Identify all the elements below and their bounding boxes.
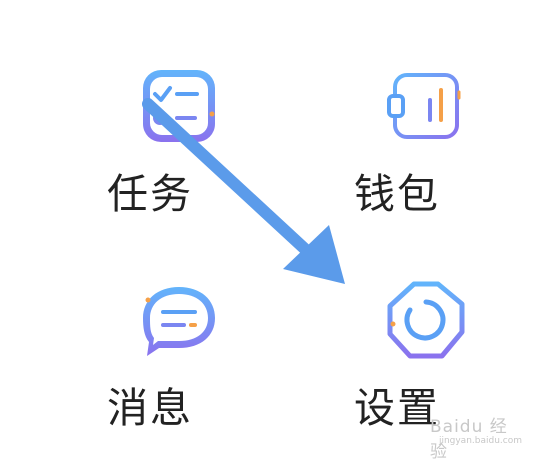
watermark-url: jingyan.baidu.com — [438, 436, 522, 446]
task-checklist-icon — [139, 66, 219, 146]
message-bubble-icon — [139, 280, 219, 360]
watermark: Baidu 经验 jingyan.baidu.com — [430, 408, 522, 462]
grid-item-label: 钱包 — [354, 170, 440, 218]
wallet-icon — [386, 66, 466, 146]
grid-item-tasks[interactable]: 任务 — [107, 66, 237, 236]
grid-item-messages[interactable]: 消息 — [107, 280, 237, 450]
grid-item-wallet[interactable]: 钱包 — [354, 66, 484, 236]
grid-item-label: 消息 — [107, 384, 193, 432]
settings-octagon-icon — [386, 280, 466, 360]
grid-item-label: 任务 — [107, 170, 193, 218]
